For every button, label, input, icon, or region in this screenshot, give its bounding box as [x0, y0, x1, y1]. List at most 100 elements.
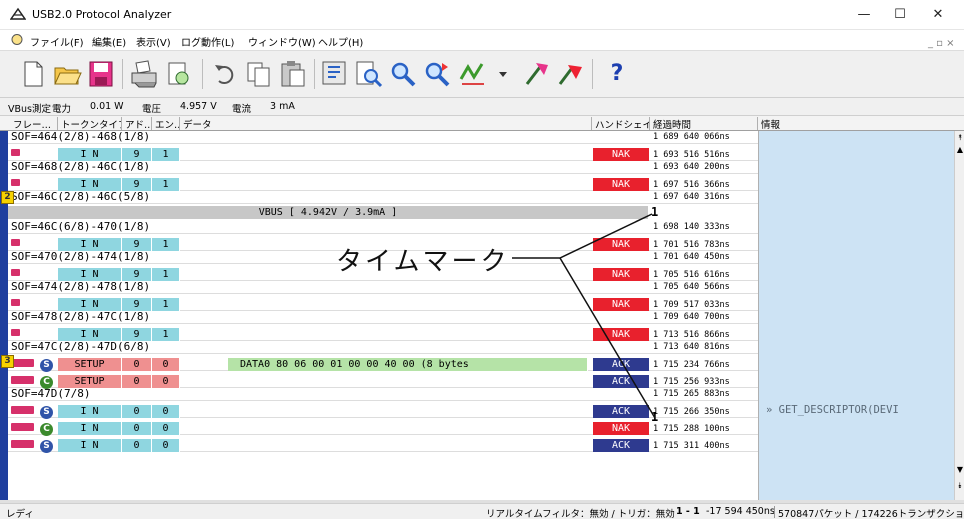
- table-row[interactable]: I N 9 1 NAK 1 709 517 033ns: [8, 294, 758, 311]
- toolbar: ?: [0, 50, 964, 98]
- mdi-controls[interactable]: _ ▫ ×: [928, 38, 955, 49]
- save-icon[interactable]: [86, 59, 116, 89]
- elapsed-time: 1 709 517 033ns: [653, 300, 730, 310]
- status-ready: レディ: [6, 509, 34, 519]
- sof-row[interactable]: SOF=464(2/8)-468(1/8) 1 689 640 066ns: [8, 131, 758, 144]
- handshake-badge: NAK: [593, 268, 649, 281]
- close-button[interactable]: ✕: [920, 4, 956, 26]
- sof-row[interactable]: SOF=46C(6/8)-470(1/8) 1 698 140 333ns: [8, 220, 758, 234]
- column-elapsed-time[interactable]: 経過時間: [650, 117, 758, 130]
- marker2-icon[interactable]: [556, 59, 586, 89]
- table-row[interactable]: I N 9 1 NAK 1 693 516 516ns: [8, 144, 758, 161]
- sof-text: SOF=478(2/8)-47C(1/8): [11, 310, 151, 323]
- hs-speed-icon: [11, 149, 20, 156]
- table-row[interactable]: S I N 0 0 ACK 1 715 266 350ns: [8, 401, 758, 419]
- status-separator: [774, 506, 775, 518]
- hs-speed-icon: [11, 179, 20, 186]
- marker-icon[interactable]: [522, 59, 552, 89]
- find-next-icon[interactable]: [422, 59, 452, 89]
- time-mark-glyph: 1: [651, 205, 659, 219]
- help-icon[interactable]: ?: [602, 59, 632, 89]
- column-endpoint[interactable]: エン…: [152, 117, 180, 130]
- menu-help[interactable]: ヘルプ(H): [318, 34, 363, 49]
- scroll-up-icon[interactable]: ▲: [955, 145, 964, 154]
- elapsed-time: 1 713 516 866ns: [653, 330, 730, 340]
- elapsed-time: 1 715 256 933ns: [653, 377, 730, 387]
- handshake-badge: NAK: [593, 298, 649, 311]
- minimize-button[interactable]: —: [846, 4, 882, 26]
- menu-edit[interactable]: 編集(E): [92, 34, 126, 49]
- token-cell: I N: [58, 405, 122, 418]
- marker-3-badge[interactable]: 3: [1, 355, 14, 368]
- toolbar-separator: [202, 59, 203, 89]
- paste-icon[interactable]: [278, 59, 308, 89]
- table-row[interactable]: S I N 0 0 ACK 1 715 311 400ns: [8, 435, 758, 453]
- endpoint-cell: 0: [152, 439, 180, 452]
- hs-fs-speed-icon: [11, 359, 34, 367]
- endpoint-cell: 0: [152, 358, 180, 371]
- column-info[interactable]: 情報: [758, 117, 954, 130]
- handshake-badge: NAK: [593, 238, 649, 251]
- open-folder-icon[interactable]: [52, 59, 82, 89]
- marker-2-badge[interactable]: 2: [1, 191, 14, 204]
- time-mark-glyph: 1: [651, 410, 659, 424]
- scroll-bottom-icon[interactable]: ⯯: [955, 481, 964, 490]
- menu-view[interactable]: 表示(V): [136, 34, 171, 49]
- column-frame[interactable]: フレー…: [10, 117, 58, 130]
- table-row[interactable]: I N 9 1 NAK 1 697 516 366ns: [8, 174, 758, 191]
- elapsed-time: 1 715 265 883ns: [653, 389, 730, 399]
- sof-row[interactable]: SOF=468(2/8)-46C(1/8) 1 693 640 200ns: [8, 160, 758, 174]
- toolbar-separator: [592, 59, 593, 89]
- filter-icon[interactable]: [320, 59, 350, 89]
- endpoint-cell: 1: [152, 328, 180, 341]
- column-handshake[interactable]: ハンドシェイ…: [592, 117, 650, 130]
- endpoint-cell: 0: [152, 375, 180, 388]
- dropdown-icon[interactable]: [488, 59, 507, 89]
- print-preview-icon[interactable]: [164, 59, 194, 89]
- info-text: » GET_DESCRIPTOR(DEVI: [766, 404, 954, 416]
- find-icon[interactable]: [388, 59, 418, 89]
- sof-row[interactable]: SOF=47C(2/8)-47D(6/8) 1 713 640 816ns: [8, 340, 758, 354]
- endpoint-cell: 1: [152, 298, 180, 311]
- trace-view[interactable]: SOF=464(2/8)-468(1/8) 1 689 640 066ns I …: [8, 131, 758, 500]
- menu-window[interactable]: ウィンドウ(W): [248, 34, 316, 49]
- voltage-value: 4.957 V: [180, 101, 217, 112]
- sof-row[interactable]: SOF=46C(2/8)-46C(5/8) 1 697 640 316ns: [8, 190, 758, 204]
- maximize-button[interactable]: ☐: [882, 4, 918, 26]
- hs-fs-speed-icon: [11, 406, 34, 414]
- address-cell: 0: [122, 405, 152, 418]
- marker-gutter[interactable]: [0, 131, 8, 500]
- search-icon[interactable]: [354, 59, 384, 89]
- setup-transaction-row[interactable]: C SETUP 0 0 ACK 1 715 256 933ns: [8, 371, 758, 389]
- table-row[interactable]: C I N 0 0 NAK 1 715 288 100ns: [8, 418, 758, 436]
- endpoint-cell: 1: [152, 238, 180, 251]
- scroll-down-icon[interactable]: ▼: [955, 465, 964, 474]
- scroll-top-icon[interactable]: ⯭: [955, 133, 964, 142]
- menu-file[interactable]: ファイル(F): [30, 34, 84, 49]
- new-file-icon[interactable]: [18, 59, 48, 89]
- sof-row[interactable]: SOF=478(2/8)-47C(1/8) 1 709 640 700ns: [8, 310, 758, 324]
- menu-log[interactable]: ログ動作(L): [181, 34, 234, 49]
- handshake-badge: NAK: [593, 328, 649, 341]
- sof-row[interactable]: SOF=474(2/8)-478(1/8) 1 705 640 566ns: [8, 280, 758, 294]
- table-row[interactable]: I N 9 1 NAK 1 713 516 866ns: [8, 324, 758, 341]
- sof-row[interactable]: SOF=47D(7/8) 1 715 265 883ns: [8, 387, 758, 401]
- address-cell: 0: [122, 422, 152, 435]
- sof-text: SOF=46C(2/8)-46C(5/8): [11, 190, 151, 203]
- copy-icon[interactable]: [244, 59, 274, 89]
- column-token-type[interactable]: トークンタイプ: [58, 117, 122, 130]
- info-pane: [758, 131, 954, 500]
- hs-fs-speed-icon: [11, 376, 34, 384]
- vbus-event-row[interactable]: VBUS [ 4.942V / 3.9mA ]: [8, 206, 648, 219]
- setup-transaction-row[interactable]: S SETUP 0 0 DATA0 80 06 00 01 00 00 40 0…: [8, 354, 758, 372]
- elapsed-time: 1 709 640 700ns: [653, 312, 730, 322]
- power-label: 電力: [52, 104, 72, 115]
- trigger-icon[interactable]: [458, 59, 488, 89]
- undo-icon[interactable]: [210, 59, 240, 89]
- vertical-scrollbar[interactable]: ⯭ ▲ ▼ ⯯: [954, 131, 964, 500]
- column-data[interactable]: データ: [180, 117, 592, 130]
- token-cell: SETUP: [58, 358, 122, 371]
- column-address[interactable]: アド…: [122, 117, 152, 130]
- mdi-child-icon[interactable]: [10, 33, 24, 46]
- print-icon[interactable]: [130, 59, 160, 89]
